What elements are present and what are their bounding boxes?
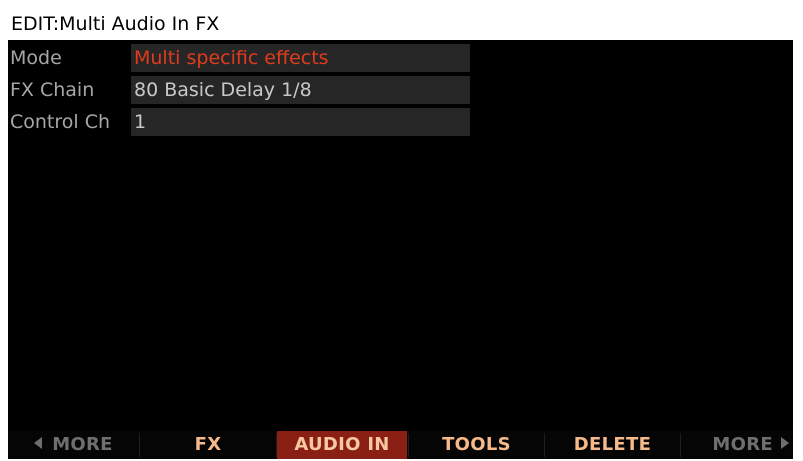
param-label: Control Ch [10,111,111,133]
audio-in-label: AUDIO IN [294,434,390,455]
param-row-mode[interactable]: Mode Multi specific effects [8,44,478,72]
display-screen: EDIT:Multi Audio In FX Mode Multi specif… [8,8,793,459]
param-row-control-ch[interactable]: Control Ch 1 [8,108,478,136]
param-label: Mode [10,47,62,69]
param-value-mode[interactable]: Multi specific effects [131,44,470,72]
more-left-button[interactable]: MORE [8,431,139,459]
more-left-label: MORE [52,434,113,455]
soft-button-bar: MORE FX AUDIO IN TOOLS DELETE MORE [8,431,793,459]
tools-button[interactable]: TOOLS [409,431,544,459]
fx-label: FX [194,434,222,455]
delete-label: DELETE [573,434,652,455]
fx-button[interactable]: FX [140,431,276,459]
more-right-label: MORE [712,434,773,455]
param-value-control-ch[interactable]: 1 [131,108,470,136]
param-row-fx-chain[interactable]: FX Chain 80 Basic Delay 1/8 [8,76,478,104]
delete-button[interactable]: DELETE [545,431,680,459]
arrow-right-icon [781,437,789,449]
param-label: FX Chain [10,79,95,101]
page-title: EDIT:Multi Audio In FX [8,8,793,40]
arrow-left-icon [34,437,43,449]
tools-label: TOOLS [442,434,511,455]
audio-in-button[interactable]: AUDIO IN [277,431,407,459]
more-right-button[interactable]: MORE [681,431,793,459]
param-value-fx-chain[interactable]: 80 Basic Delay 1/8 [131,76,470,104]
